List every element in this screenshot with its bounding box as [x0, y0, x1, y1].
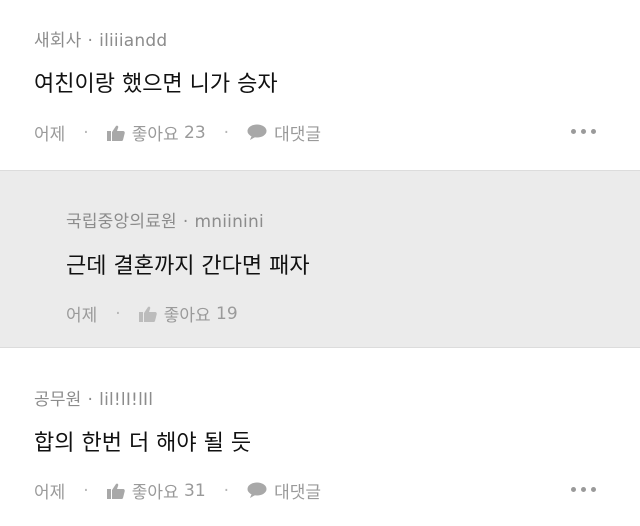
- comment-actions: 어제 · 좋아요 31 · 대댓글: [34, 478, 321, 504]
- comment-item: 공무원 · lil!lI!lIl 합의 한번 더 해야 될 듯 어제 · 좋아요 3…: [0, 348, 640, 526]
- comment-actions: 어제 · 좋아요 23 · 대댓글: [34, 120, 321, 146]
- meta-separator: ·: [87, 31, 94, 51]
- action-separator: ·: [83, 122, 89, 143]
- author-affiliation: 국립중앙의료원: [66, 212, 177, 232]
- like-button[interactable]: 좋아요 31: [106, 478, 206, 503]
- comment-text: 근데 결혼까지 간다면 패자: [66, 254, 310, 279]
- like-button[interactable]: 좋아요 19: [138, 301, 238, 326]
- comment-author: 국립중앙의료원 · mniinini: [66, 207, 264, 232]
- reply-button[interactable]: 대댓글: [247, 478, 321, 503]
- comment-actions: 어제 · 좋아요 19: [66, 301, 238, 327]
- meta-separator: ·: [182, 212, 189, 232]
- like-count: 23: [184, 122, 206, 143]
- comment-date: 어제: [34, 483, 66, 503]
- like-label: 좋아요: [131, 483, 179, 503]
- more-dots-icon[interactable]: [571, 487, 596, 492]
- comment-date: 어제: [34, 125, 66, 145]
- reply-label: 대댓글: [274, 483, 321, 503]
- action-separator: ·: [83, 480, 89, 501]
- thumbs-up-icon: [138, 306, 157, 322]
- action-separator: ·: [223, 122, 230, 143]
- like-button[interactable]: 좋아요 23: [106, 120, 206, 145]
- more-dots-icon[interactable]: [571, 129, 596, 134]
- reply-item: 국립중앙의료원 · mniinini 근데 결혼까지 간다면 패자 어제 · 좋아요…: [0, 170, 640, 348]
- author-username[interactable]: iliiiandd: [99, 31, 167, 51]
- comment-item: 새회사 · iliiiandd 여친이랑 했으면 니가 승자 어제 · 좋아요 23…: [0, 0, 640, 170]
- action-separator: ·: [223, 480, 230, 501]
- author-username[interactable]: mniinini: [195, 212, 264, 232]
- reply-button[interactable]: 대댓글: [247, 120, 321, 145]
- thumbs-up-icon: [106, 483, 125, 499]
- speech-bubble-icon: [247, 124, 267, 140]
- like-label: 좋아요: [131, 125, 179, 145]
- comment-text: 합의 한번 더 해야 될 듯: [34, 431, 252, 456]
- author-username[interactable]: lil!lI!lIl: [99, 390, 153, 410]
- meta-separator: ·: [87, 390, 94, 410]
- author-affiliation: 새회사: [34, 31, 82, 51]
- like-count: 31: [184, 480, 206, 501]
- comment-author: 새회사 · iliiiandd: [34, 26, 167, 51]
- reply-label: 대댓글: [274, 125, 321, 145]
- thumbs-up-icon: [106, 125, 125, 141]
- speech-bubble-icon: [247, 482, 267, 498]
- action-separator: ·: [115, 303, 121, 324]
- like-label: 좋아요: [163, 306, 211, 326]
- comment-author: 공무원 · lil!lI!lIl: [34, 385, 153, 410]
- comment-date: 어제: [66, 306, 98, 326]
- comment-text: 여친이랑 했으면 니가 승자: [34, 72, 278, 97]
- like-count: 19: [216, 303, 238, 324]
- author-affiliation: 공무원: [34, 390, 82, 410]
